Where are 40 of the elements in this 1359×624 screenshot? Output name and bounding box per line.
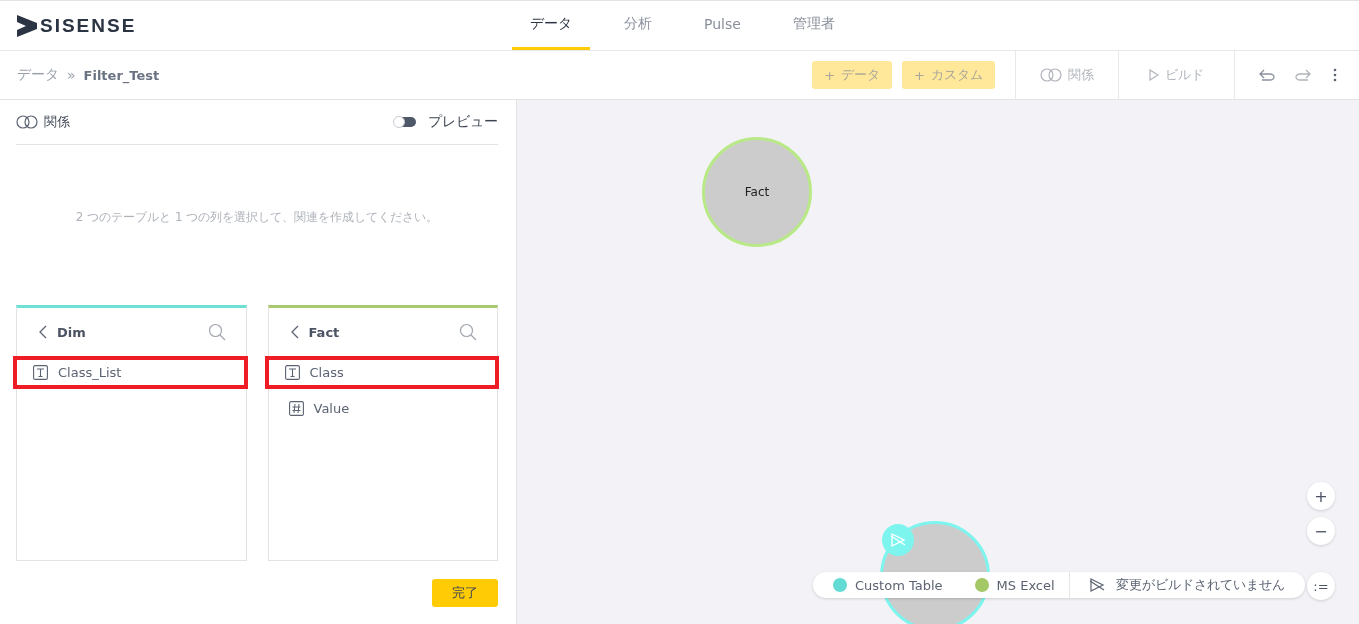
table-title: Dim <box>57 324 87 340</box>
column-item[interactable]: Value <box>268 392 497 425</box>
nav-tab[interactable]: Pulse <box>686 1 759 50</box>
zoom-out-button[interactable]: − <box>1307 517 1335 545</box>
column-item[interactable]: Class_List <box>13 356 248 389</box>
play-icon <box>1149 69 1159 81</box>
node-label: Fact <box>744 185 770 199</box>
hint-text: 2 つのテーブルと 1 つの列を選択して、関連を作成してください。 <box>74 209 440 226</box>
more-icon[interactable] <box>1333 68 1337 82</box>
breadcrumb-current: Filter_Test <box>83 67 160 83</box>
panel-title: 関係 <box>44 113 70 131</box>
rings-icon <box>16 115 38 129</box>
text-type-icon <box>284 365 300 380</box>
column-name: Class_List <box>58 365 122 380</box>
column-name: Value <box>313 401 350 416</box>
back-icon[interactable] <box>39 325 47 339</box>
preview-label: プレビュー <box>428 113 498 131</box>
logo-text: SISENSE <box>40 14 137 37</box>
hash-type-icon <box>288 401 304 416</box>
text-type-icon <box>33 365 48 380</box>
unbuilt-icon <box>1087 577 1106 593</box>
back-icon[interactable] <box>290 325 299 339</box>
nav-tab[interactable]: 管理者 <box>774 1 853 50</box>
logo-icon <box>17 14 37 37</box>
table-node[interactable]: Fact <box>702 137 812 247</box>
nav-tab[interactable]: データ <box>512 1 590 50</box>
preview-toggle[interactable] <box>394 117 416 127</box>
legend-label: Custom Table <box>855 577 943 593</box>
done-button[interactable]: 完了 <box>432 579 498 607</box>
nav-tab[interactable]: 分析 <box>606 1 670 50</box>
table-title: Fact <box>308 324 341 340</box>
zoom-in-button[interactable]: + <box>1307 482 1335 510</box>
column-name: Class <box>309 365 344 380</box>
breadcrumb-separator: » <box>67 67 76 83</box>
rings-icon <box>1040 68 1062 82</box>
legend-label: MS Excel <box>996 577 1055 593</box>
build-status: 変更がビルドされていません <box>1115 576 1285 594</box>
list-toggle-button[interactable]: := <box>1307 572 1335 600</box>
column-item[interactable]: Class <box>264 356 499 389</box>
undo-icon[interactable] <box>1259 69 1275 81</box>
